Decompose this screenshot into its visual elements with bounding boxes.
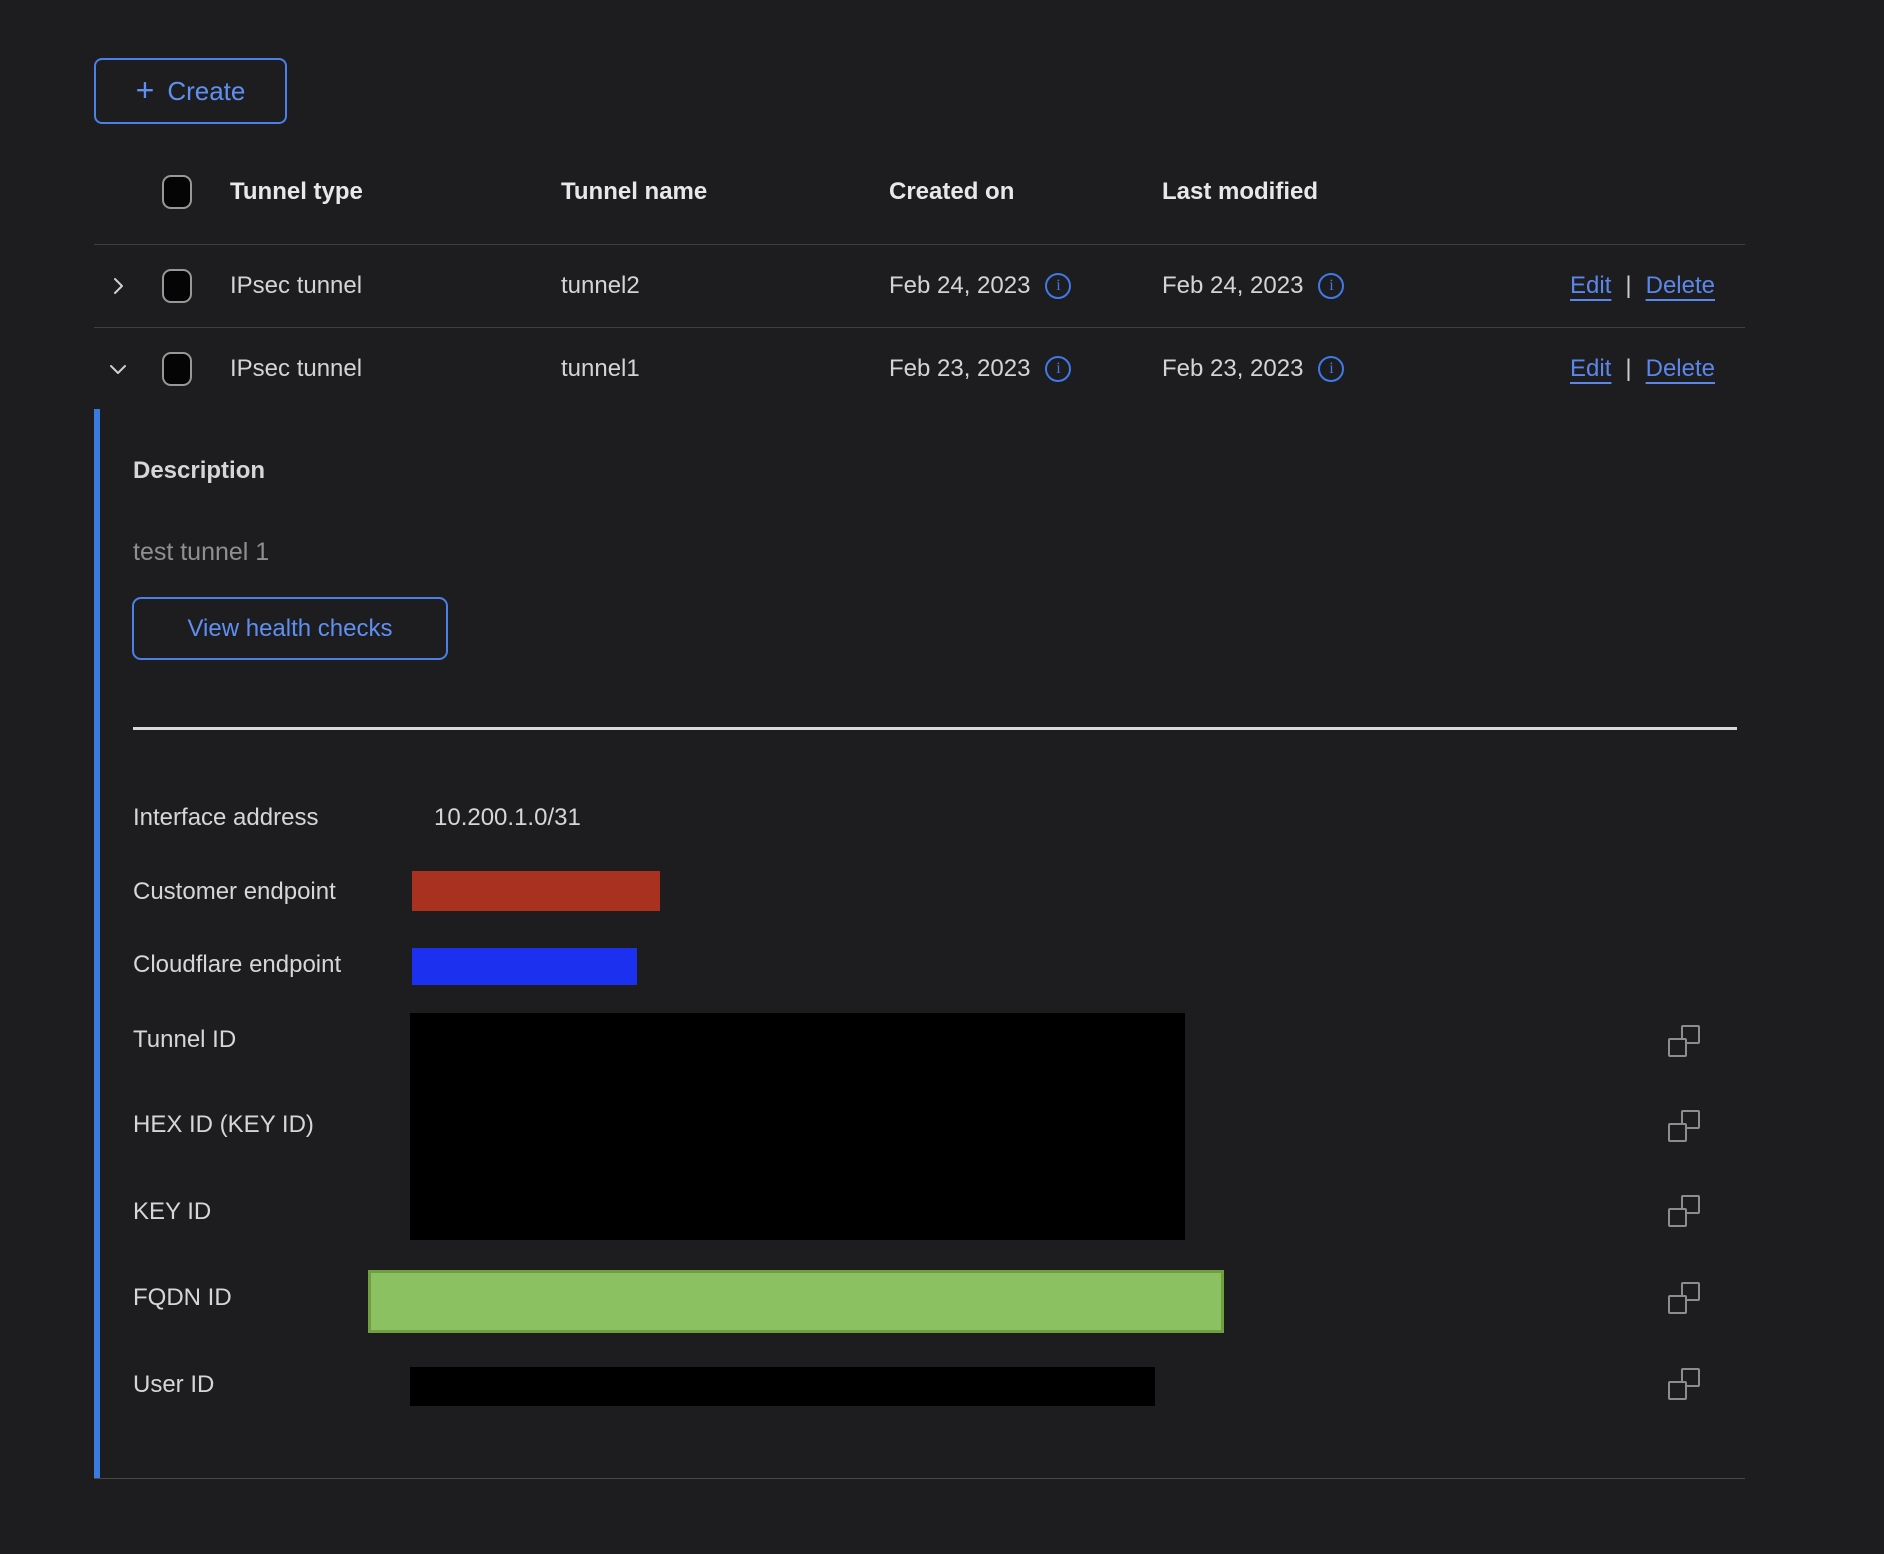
table-row-tunnel1: IPsec tunnel tunnel1 Feb 23, 2023 i Feb …	[94, 328, 1745, 410]
cell-tunnel-type: IPsec tunnel	[230, 272, 561, 300]
table-row-tunnel2: IPsec tunnel tunnel2 Feb 24, 2023 i Feb …	[94, 245, 1745, 328]
info-icon[interactable]: i	[1045, 273, 1071, 299]
expanded-row-indicator	[94, 409, 100, 1478]
row-checkbox[interactable]	[162, 352, 192, 386]
cell-created-on: Feb 23, 2023 i	[889, 355, 1162, 383]
create-button[interactable]: + Create	[94, 58, 287, 124]
copy-user-id-button[interactable]	[1668, 1368, 1700, 1400]
copy-icon	[1668, 1123, 1687, 1142]
expand-cell	[94, 274, 142, 298]
cell-last-modified: Feb 24, 2023 i	[1162, 272, 1542, 300]
copy-tunnel-id-button[interactable]	[1668, 1025, 1700, 1057]
action-separator: |	[1625, 272, 1631, 300]
interface-address-label: Interface address	[133, 803, 318, 833]
info-icon[interactable]: i	[1318, 273, 1344, 299]
tunnels-table: Tunnel type Tunnel name Created on Last …	[94, 140, 1745, 410]
cell-tunnel-name: tunnel1	[561, 355, 889, 383]
customer-endpoint-redaction	[412, 871, 660, 911]
last-modified-date: Feb 24, 2023	[1162, 272, 1303, 300]
key-id-label: KEY ID	[133, 1197, 211, 1227]
ids-redaction-block	[410, 1013, 1185, 1240]
cloudflare-endpoint-label: Cloudflare endpoint	[133, 950, 341, 980]
cell-actions: Edit | Delete	[1542, 272, 1745, 300]
user-id-label: User ID	[133, 1370, 214, 1400]
tunnel1-expanded-panel: Description test tunnel 1 View health ch…	[94, 409, 1745, 1479]
created-on-date: Feb 23, 2023	[889, 355, 1030, 383]
edit-link[interactable]: Edit	[1570, 272, 1611, 300]
description-value: test tunnel 1	[133, 538, 269, 567]
col-header-last-modified: Last modified	[1162, 178, 1542, 206]
table-header-row: Tunnel type Tunnel name Created on Last …	[94, 140, 1745, 245]
tunnel-id-label: Tunnel ID	[133, 1025, 236, 1055]
col-header-created-on: Created on	[889, 178, 1162, 206]
info-icon[interactable]: i	[1045, 356, 1071, 382]
view-health-checks-button[interactable]: View health checks	[132, 597, 448, 660]
copy-hex-id-button[interactable]	[1668, 1110, 1700, 1142]
row-checkbox-cell	[142, 269, 230, 303]
user-id-redaction	[410, 1367, 1155, 1406]
fqdn-id-label: FQDN ID	[133, 1283, 232, 1313]
created-on-date: Feb 24, 2023	[889, 272, 1030, 300]
fqdn-id-redaction	[368, 1270, 1224, 1333]
cell-created-on: Feb 24, 2023 i	[889, 272, 1162, 300]
section-divider	[133, 727, 1737, 730]
cell-tunnel-type: IPsec tunnel	[230, 355, 561, 383]
col-header-tunnel-name: Tunnel name	[561, 178, 889, 206]
header-checkbox-cell	[142, 175, 230, 209]
copy-icon	[1668, 1381, 1687, 1400]
collapse-row-button[interactable]	[106, 357, 130, 381]
copy-icon	[1668, 1208, 1687, 1227]
plus-icon: +	[136, 74, 155, 106]
chevron-down-icon	[106, 357, 130, 381]
select-all-checkbox[interactable]	[162, 175, 192, 209]
customer-endpoint-label: Customer endpoint	[133, 877, 336, 907]
chevron-right-icon	[106, 274, 130, 298]
hex-id-label: HEX ID (KEY ID)	[133, 1110, 314, 1140]
last-modified-date: Feb 23, 2023	[1162, 355, 1303, 383]
delete-link[interactable]: Delete	[1646, 355, 1715, 383]
cell-actions: Edit | Delete	[1542, 355, 1745, 383]
edit-link[interactable]: Edit	[1570, 355, 1611, 383]
row-checkbox[interactable]	[162, 269, 192, 303]
copy-icon	[1668, 1295, 1687, 1314]
copy-fqdn-id-button[interactable]	[1668, 1282, 1700, 1314]
cell-last-modified: Feb 23, 2023 i	[1162, 355, 1542, 383]
expand-cell	[94, 357, 142, 381]
description-label: Description	[133, 456, 265, 486]
expand-row-button[interactable]	[106, 274, 130, 298]
copy-key-id-button[interactable]	[1668, 1195, 1700, 1227]
row-checkbox-cell	[142, 352, 230, 386]
interface-address-value: 10.200.1.0/31	[434, 803, 581, 833]
col-header-tunnel-type: Tunnel type	[230, 178, 561, 206]
create-button-label: Create	[167, 76, 245, 107]
copy-icon	[1668, 1038, 1687, 1057]
action-separator: |	[1625, 355, 1631, 383]
cloudflare-endpoint-redaction	[412, 948, 637, 985]
delete-link[interactable]: Delete	[1646, 272, 1715, 300]
tunnels-page: + Create Tunnel type Tunnel name Created…	[0, 0, 1884, 1554]
cell-tunnel-name: tunnel2	[561, 272, 889, 300]
info-icon[interactable]: i	[1318, 356, 1344, 382]
